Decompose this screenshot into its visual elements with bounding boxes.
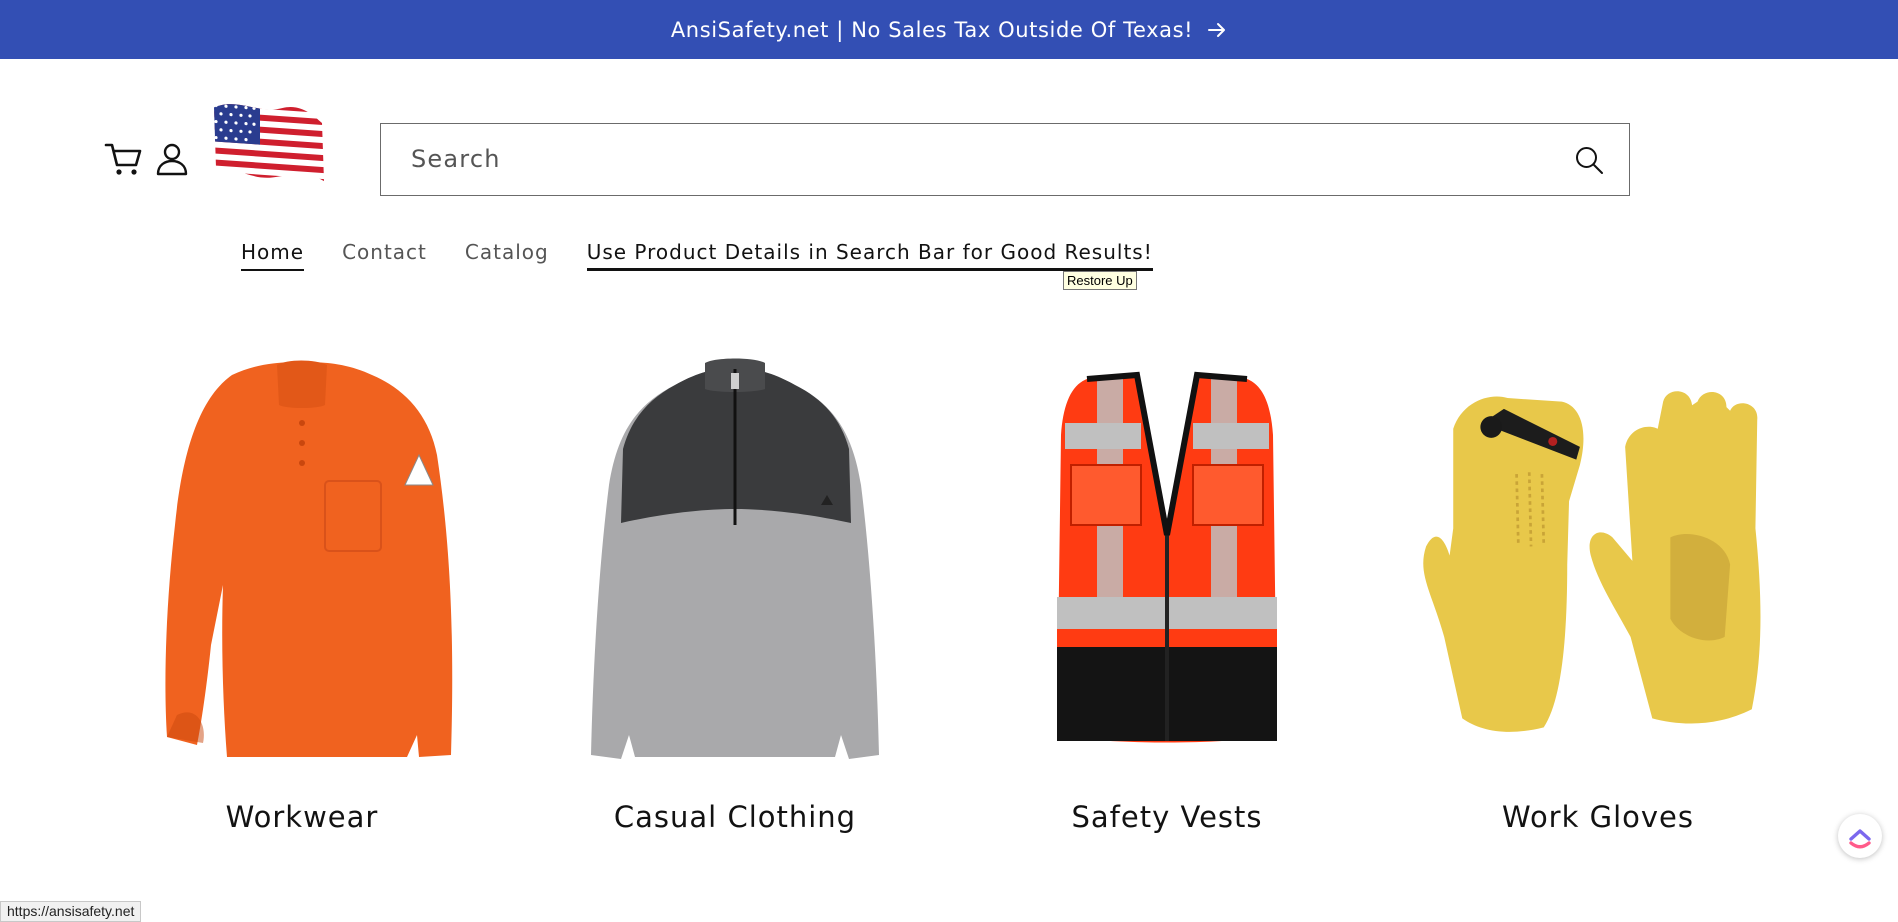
search-input[interactable] bbox=[411, 124, 1531, 194]
workwear-image[interactable] bbox=[112, 340, 492, 780]
cart-icon bbox=[104, 143, 142, 175]
announcement-text[interactable]: AnsiSafety.net | No Sales Tax Outside Of… bbox=[671, 18, 1193, 42]
chat-widget-button[interactable] bbox=[1838, 814, 1882, 858]
search-button[interactable] bbox=[1571, 142, 1607, 178]
arrow-right-icon bbox=[1207, 22, 1227, 38]
main-nav: Home Contact Catalog Use Product Details… bbox=[241, 240, 1153, 271]
account-button[interactable] bbox=[150, 137, 194, 181]
widget-logo-icon bbox=[1849, 829, 1871, 849]
nav-catalog[interactable]: Catalog bbox=[465, 240, 549, 271]
cart-button[interactable] bbox=[102, 137, 146, 181]
work-gloves-image[interactable] bbox=[1408, 340, 1788, 780]
account-icon bbox=[156, 143, 188, 176]
announcement-bar[interactable]: AnsiSafety.net | No Sales Tax Outside Of… bbox=[0, 0, 1898, 59]
status-bar-url: https://ansisafety.net bbox=[0, 901, 142, 922]
collection-title-casual-clothing[interactable]: Casual Clothing bbox=[545, 800, 925, 834]
collection-card-safety-vests[interactable]: Safety Vests bbox=[977, 340, 1357, 860]
nav-home[interactable]: Home bbox=[241, 240, 305, 271]
collection-card-casual-clothing[interactable]: Casual Clothing bbox=[545, 340, 925, 860]
collection-title-workwear[interactable]: Workwear bbox=[112, 800, 492, 834]
collection-title-safety-vests[interactable]: Safety Vests bbox=[977, 800, 1357, 834]
nav-search-tip[interactable]: Use Product Details in Search Bar for Go… bbox=[586, 240, 1153, 271]
us-flag-icon[interactable] bbox=[208, 101, 328, 183]
nav-contact[interactable]: Contact bbox=[342, 240, 427, 271]
collection-card-work-gloves[interactable]: Work Gloves bbox=[1408, 340, 1788, 860]
search-bar[interactable] bbox=[380, 123, 1630, 196]
collection-title-work-gloves[interactable]: Work Gloves bbox=[1408, 800, 1788, 834]
search-icon bbox=[1576, 147, 1603, 174]
tooltip: Restore Up bbox=[1063, 271, 1137, 290]
safety-vests-image[interactable] bbox=[977, 340, 1357, 780]
collection-card-workwear[interactable]: Workwear bbox=[112, 340, 492, 860]
casual-clothing-image[interactable] bbox=[545, 340, 925, 780]
